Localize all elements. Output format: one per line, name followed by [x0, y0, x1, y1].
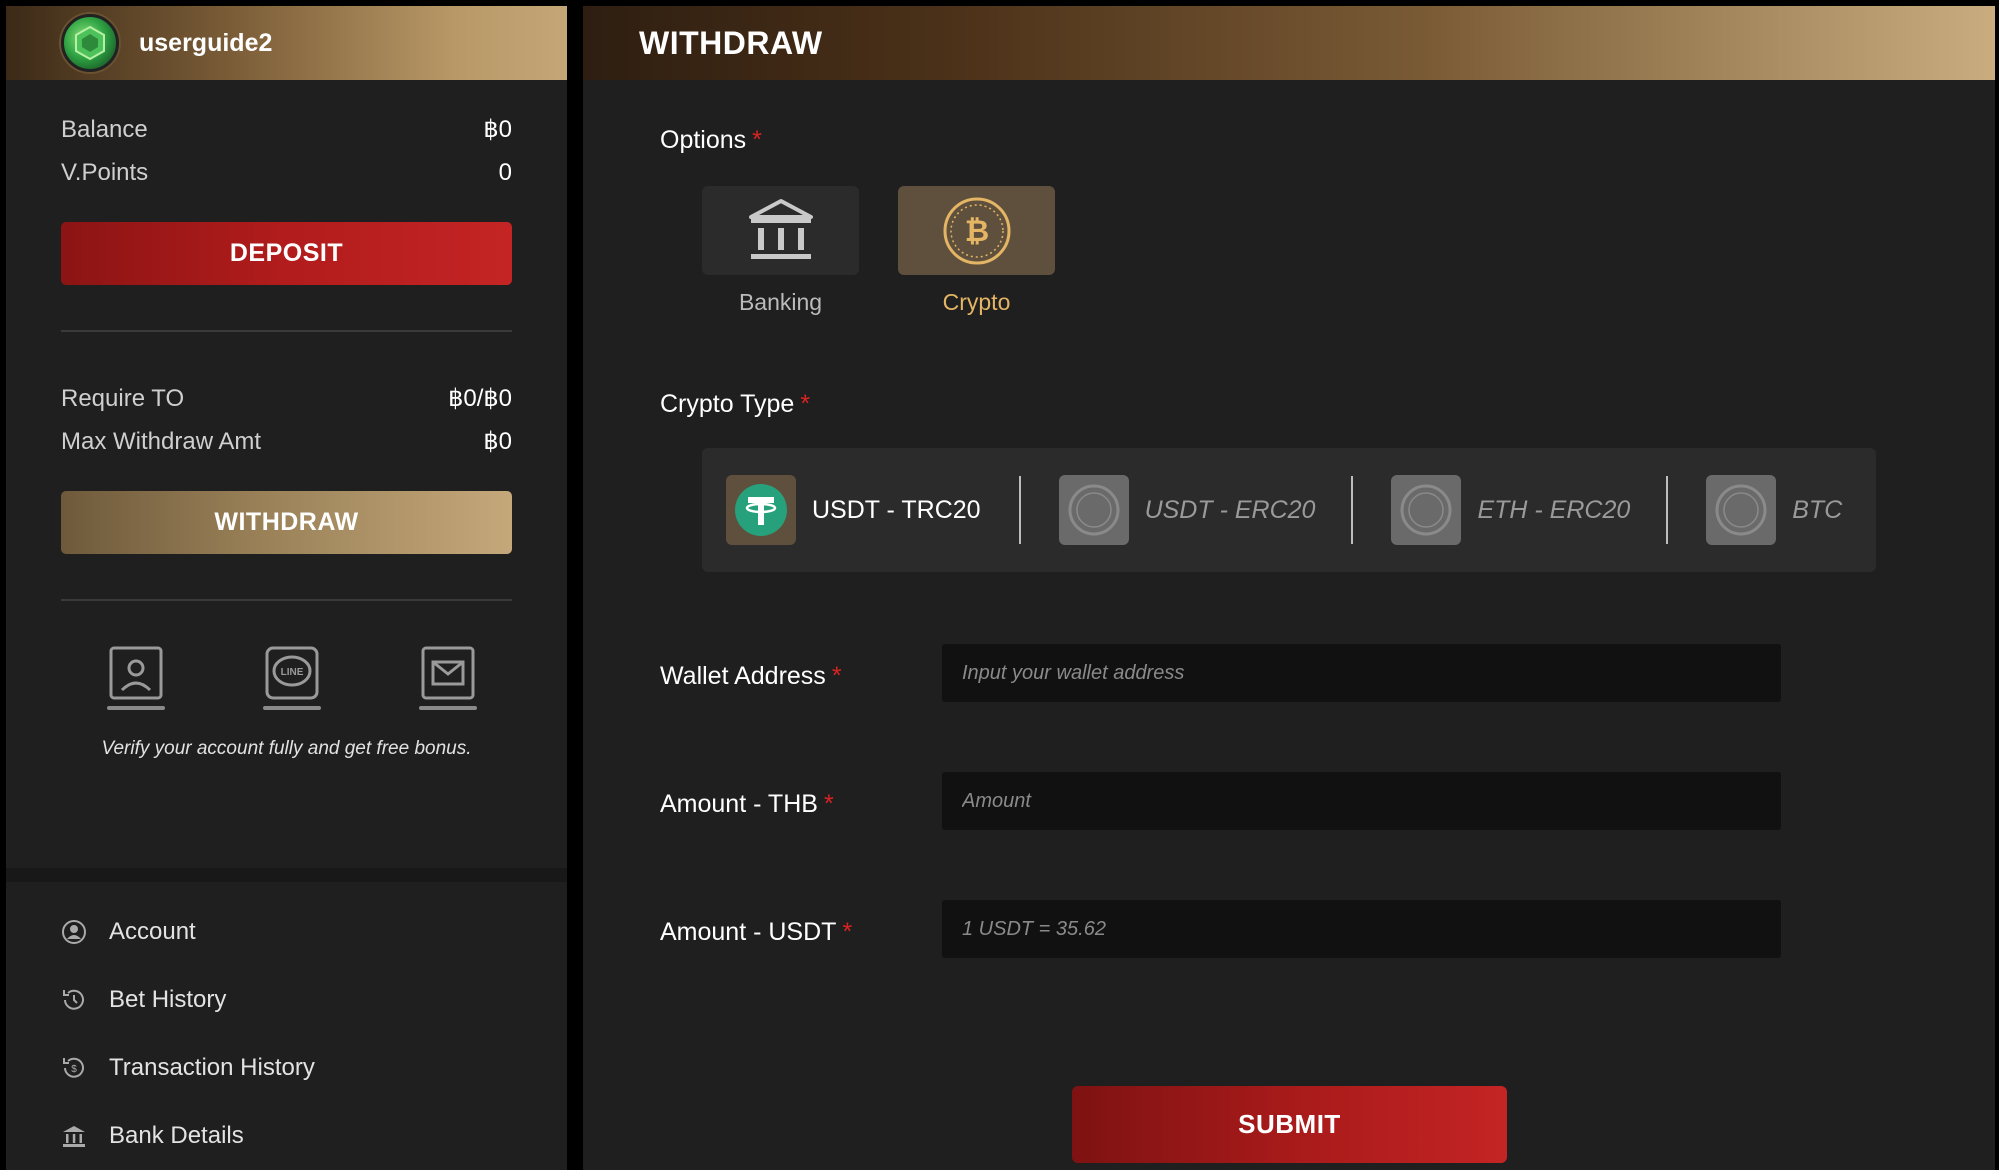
sidebar-item-label: Bank Details: [109, 1122, 244, 1149]
verify-status-bar: [419, 706, 477, 710]
coin-placeholder-icon: [1068, 484, 1120, 536]
submit-button[interactable]: SUBMIT: [1072, 1086, 1507, 1163]
coin-placeholder-icon-tile: [1391, 475, 1462, 545]
crypto-type-label: Crypto Type *: [660, 390, 810, 419]
sidebar-item-label: Account: [109, 918, 196, 945]
sidebar-item-label: Bet History: [109, 986, 227, 1013]
transaction-icon: $: [63, 1057, 84, 1078]
verify-status-bar: [107, 706, 165, 710]
history-icon: [63, 989, 84, 1010]
gem-icon: [75, 25, 105, 61]
wallet-address-input[interactable]: [942, 644, 1781, 702]
option-crypto-label: Crypto: [942, 289, 1011, 315]
amount-usdt-label-text: Amount - USDT: [660, 918, 837, 946]
withdraw-panel: WITHDRAW Options * Banking ₿ Crypto Cryp…: [583, 6, 1995, 1170]
page-title: WITHDRAW: [583, 6, 1995, 80]
coin-placeholder-icon-tile: [1058, 475, 1129, 545]
balance-row: Balance ฿0: [61, 108, 512, 151]
separator: [1018, 476, 1021, 544]
max-withdraw-row: Max Withdraw Amt ฿0: [61, 420, 512, 463]
amount-usdt-input[interactable]: [942, 900, 1781, 958]
sidebar-item-bank-details[interactable]: Bank Details: [6, 1102, 567, 1170]
wallet-address-label-text: Wallet Address: [660, 662, 826, 690]
require-to-row: Require TO ฿0/฿0: [61, 377, 512, 420]
amount-thb-label: Amount - THB *: [660, 790, 834, 819]
svg-text:$: $: [71, 1064, 77, 1075]
verify-bonus-text: Verify your account fully and get free b…: [101, 738, 472, 759]
vpoints-label: V.Points: [61, 158, 149, 186]
svg-text:LINE: LINE: [281, 667, 304, 678]
coin-placeholder-icon: [1715, 484, 1767, 536]
option-banking[interactable]: Banking: [702, 186, 859, 316]
withdraw-button[interactable]: WITHDRAW: [61, 491, 512, 554]
user-header: userguide2: [6, 6, 567, 80]
sidebar-item-account[interactable]: Account: [6, 898, 567, 966]
crypto-type-label: USDT - ERC20: [1144, 495, 1316, 524]
bank-icon: [748, 198, 813, 259]
crypto-usdt-erc20[interactable]: USDT - ERC20: [1058, 448, 1316, 572]
tether-icon: [735, 484, 787, 536]
sidebar-menu: Account Bet History $ Transaction Histor…: [6, 868, 567, 1170]
crypto-eth-erc20[interactable]: ETH - ERC20: [1391, 448, 1630, 572]
mail-icon: [421, 646, 475, 700]
crypto-usdt-trc20[interactable]: USDT - TRC20: [726, 448, 981, 572]
option-crypto-tile[interactable]: ₿: [898, 186, 1055, 275]
verify-line-item[interactable]: LINE: [262, 646, 322, 710]
options-label: Options *: [660, 126, 762, 155]
verify-status-bar: [263, 706, 321, 710]
sidebar-item-transaction-history[interactable]: $ Transaction History: [6, 1034, 567, 1102]
id-card-icon: [109, 646, 163, 700]
divider: [61, 599, 512, 601]
bitcoin-icon: ₿: [943, 197, 1010, 264]
bank-icon: [63, 1126, 85, 1147]
vpoints-row: V.Points 0: [61, 151, 512, 194]
crypto-type-label: USDT - TRC20: [812, 495, 981, 524]
amount-thb-input[interactable]: [942, 772, 1781, 830]
max-withdraw-value: ฿0: [483, 428, 512, 455]
sidebar-item-bet-history[interactable]: Bet History: [6, 966, 567, 1034]
avatar[interactable]: [61, 14, 119, 72]
crypto-type-label: BTC: [1792, 495, 1843, 524]
coin-placeholder-icon-tile: [1706, 475, 1777, 545]
svg-text:₿: ₿: [964, 214, 988, 249]
required-mark: *: [800, 390, 811, 418]
crypto-btc[interactable]: BTC: [1706, 448, 1842, 572]
crypto-type-label: ETH - ERC20: [1477, 495, 1631, 524]
coin-placeholder-icon: [1400, 484, 1452, 536]
separator: [1666, 476, 1669, 544]
option-banking-tile[interactable]: [702, 186, 859, 275]
deposit-button[interactable]: DEPOSIT: [61, 222, 512, 285]
required-mark: *: [831, 662, 842, 690]
balance-label: Balance: [61, 115, 148, 143]
crypto-type-label-text: Crypto Type: [660, 390, 795, 418]
options-label-text: Options: [660, 126, 747, 154]
max-withdraw-label: Max Withdraw Amt: [61, 427, 262, 455]
separator: [1351, 476, 1354, 544]
vpoints-value: 0: [498, 158, 512, 186]
sidebar-item-label: Transaction History: [109, 1054, 315, 1081]
crypto-type-selector: USDT - TRC20 USDT - ERC20 ETH - ERC20 BT…: [702, 448, 1876, 572]
verify-id-item[interactable]: [106, 646, 166, 710]
option-banking-label: Banking: [738, 289, 823, 315]
balance-value: ฿0: [483, 116, 512, 143]
amount-usdt-label: Amount - USDT *: [660, 918, 852, 947]
tether-icon-tile: [726, 475, 796, 545]
sidebar: userguide2 Balance ฿0 V.Points 0 DEPOSIT…: [6, 6, 567, 1170]
wallet-address-label: Wallet Address *: [660, 662, 842, 691]
amount-thb-label-text: Amount - THB: [660, 790, 818, 818]
user-circle-icon: [62, 920, 86, 944]
require-to-label: Require TO: [61, 384, 185, 412]
verify-mail-item[interactable]: [418, 646, 478, 710]
option-crypto[interactable]: ₿ Crypto: [898, 186, 1055, 316]
required-mark: *: [823, 790, 834, 818]
line-chat-icon: LINE: [265, 646, 319, 700]
require-to-value: ฿0/฿0: [448, 385, 512, 412]
username: userguide2: [139, 28, 273, 57]
required-mark: *: [842, 918, 853, 946]
verify-icons: LINE: [106, 646, 478, 710]
required-mark: *: [752, 126, 762, 154]
